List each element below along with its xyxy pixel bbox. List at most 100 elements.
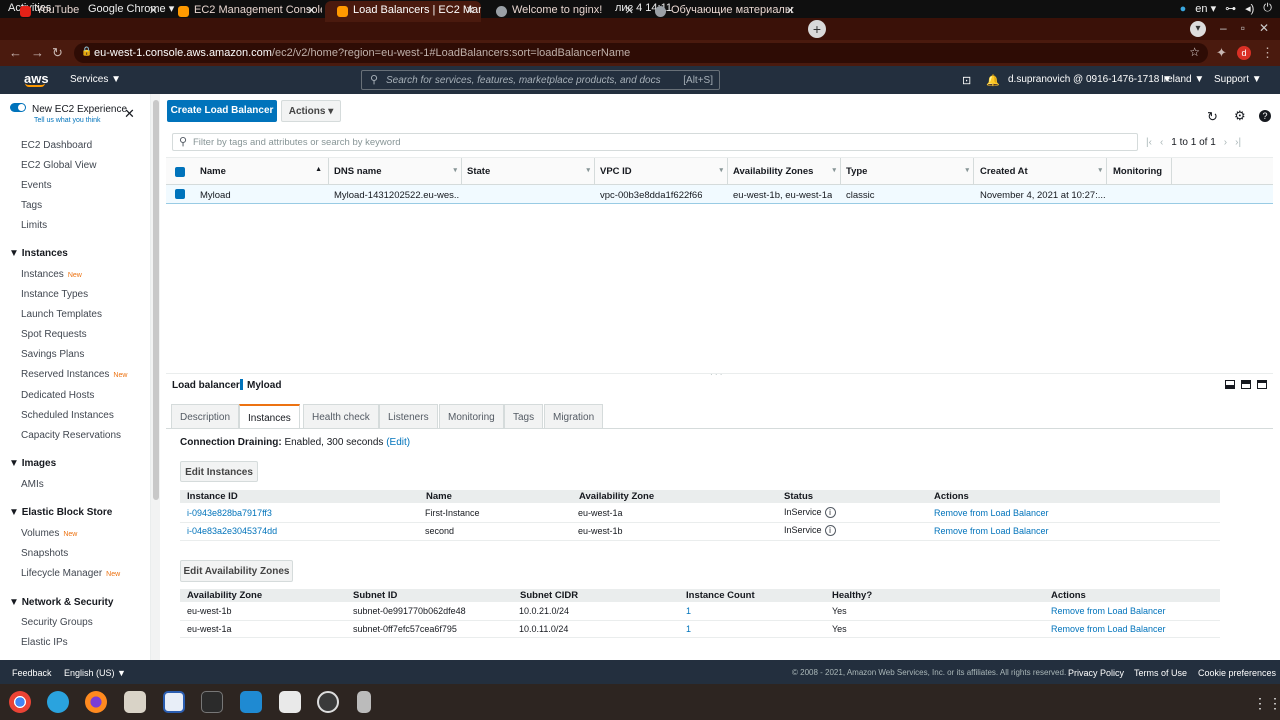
- edit-draining-link[interactable]: (Edit): [386, 437, 410, 448]
- region-menu[interactable]: Ireland ▼: [1161, 74, 1204, 85]
- column-header-state[interactable]: State ▾: [462, 158, 595, 186]
- tab-ec2-console[interactable]: EC2 Management Console ✕: [166, 1, 322, 22]
- profile-avatar[interactable]: d: [1237, 46, 1251, 60]
- sidebar-item-limits[interactable]: Limits: [21, 220, 47, 231]
- software-center-icon[interactable]: [317, 691, 339, 713]
- filter-input[interactable]: ⚲ Filter by tags and attributes or searc…: [172, 133, 1138, 151]
- close-tab-icon[interactable]: ✕: [149, 4, 158, 17]
- telegram-icon[interactable]: [47, 691, 69, 713]
- tab-youtube[interactable]: YouTube ✕: [8, 1, 164, 22]
- sidebar-item-snapshots[interactable]: Snapshots: [21, 548, 68, 559]
- sidebar-item-lifecycle-manager[interactable]: Lifecycle Manager New: [21, 568, 120, 579]
- sidebar-section-instances[interactable]: ▼ Instances: [9, 248, 68, 259]
- column-header-monitoring[interactable]: Monitoring: [1107, 158, 1172, 186]
- tab-description[interactable]: Description: [171, 404, 240, 428]
- next-page-icon[interactable]: ›: [1224, 137, 1227, 148]
- show-apps-icon[interactable]: ⋮⋮⋮: [1253, 695, 1280, 712]
- last-page-icon[interactable]: ›|: [1235, 137, 1241, 148]
- terminal-icon[interactable]: [201, 691, 223, 713]
- tab-instances[interactable]: Instances: [239, 404, 300, 429]
- column-header-type[interactable]: Type ▾: [841, 158, 974, 186]
- close-sidebar-icon[interactable]: ✕: [124, 106, 135, 122]
- tab-monitoring[interactable]: Monitoring: [439, 404, 504, 428]
- tab-health-check[interactable]: Health check: [303, 404, 379, 428]
- remove-from-load-balancer-link[interactable]: Remove from Load Balancer: [934, 526, 1049, 536]
- column-header-availability-zones[interactable]: Availability Zones ▾: [728, 158, 841, 186]
- create-load-balancer-button[interactable]: Create Load Balancer: [167, 100, 277, 122]
- instance-id-link[interactable]: i-04e83a2e3045374dd: [187, 526, 277, 536]
- cloudshell-icon[interactable]: ⊡: [962, 74, 971, 87]
- screenshot-app-icon[interactable]: [279, 691, 301, 713]
- reload-icon[interactable]: ↻: [52, 45, 63, 61]
- close-tab-icon[interactable]: ✕: [625, 4, 634, 17]
- new-tab-button[interactable]: +: [808, 20, 826, 38]
- sidebar-item-volumes[interactable]: Volumes New: [21, 528, 77, 539]
- text-editor-icon[interactable]: [163, 691, 185, 713]
- layout-split-icon[interactable]: [1241, 380, 1251, 389]
- tab-listeners[interactable]: Listeners: [379, 404, 438, 428]
- chrome-icon[interactable]: [9, 691, 31, 713]
- sidebar-item-ec2-global-view[interactable]: EC2 Global View: [21, 160, 96, 171]
- sidebar-item-savings-plans[interactable]: Savings Plans: [21, 349, 84, 360]
- row-checkbox[interactable]: [175, 189, 185, 199]
- remove-from-load-balancer-link[interactable]: Remove from Load Balancer: [1051, 624, 1166, 634]
- notifications-bell-icon[interactable]: 🔔: [986, 74, 1000, 87]
- tab-migration[interactable]: Migration: [544, 404, 604, 428]
- prev-page-icon[interactable]: ‹: [1160, 137, 1163, 148]
- info-icon[interactable]: i: [824, 525, 836, 536]
- help-icon[interactable]: ?: [1259, 110, 1271, 122]
- network-icon[interactable]: ⊶: [1225, 2, 1236, 15]
- system-tray[interactable]: ● en ▾ ⊶ ◂) ⏻: [1180, 2, 1272, 15]
- sidebar-item-launch-templates[interactable]: Launch Templates: [21, 309, 102, 320]
- sidebar-item-elastic-ips[interactable]: Elastic IPs: [21, 637, 68, 648]
- new-experience-toggle[interactable]: [10, 103, 26, 112]
- sidebar-item-instance-types[interactable]: Instance Types: [21, 289, 88, 300]
- minimize-icon[interactable]: –: [1220, 21, 1227, 37]
- sidebar-item-spot-requests[interactable]: Spot Requests: [21, 329, 87, 340]
- privacy-policy-link[interactable]: Privacy Policy: [1068, 668, 1124, 678]
- feedback-link[interactable]: Tell us what you think: [34, 117, 101, 124]
- bookmark-star-icon[interactable]: ☆: [1189, 45, 1200, 59]
- files-icon[interactable]: [124, 691, 146, 713]
- sidebar-item-amis[interactable]: AMIs: [21, 479, 44, 490]
- sidebar-item-events[interactable]: Events: [21, 180, 52, 191]
- telegram-tray-icon[interactable]: ●: [1180, 3, 1187, 15]
- close-tab-icon[interactable]: ✕: [466, 4, 475, 17]
- firefox-icon[interactable]: [85, 691, 107, 713]
- aws-logo[interactable]: aws: [24, 71, 49, 87]
- close-tab-icon[interactable]: ✕: [307, 4, 316, 17]
- feedback-button[interactable]: Feedback: [12, 668, 52, 678]
- settings-gear-icon[interactable]: ⚙: [1234, 108, 1246, 124]
- maximize-icon[interactable]: ▫: [1241, 21, 1245, 37]
- instance-count-link[interactable]: 1: [686, 624, 691, 634]
- back-icon[interactable]: ←: [9, 45, 22, 60]
- edit-availability-zones-button[interactable]: Edit Availability Zones: [180, 560, 293, 582]
- chrome-menu-icon[interactable]: ⋮: [1261, 45, 1274, 61]
- tab-search-icon[interactable]: ▾: [1190, 21, 1206, 37]
- sidebar-item-instances[interactable]: Instances New: [21, 269, 82, 280]
- tab-tags[interactable]: Tags: [504, 404, 544, 428]
- first-page-icon[interactable]: |‹: [1146, 137, 1152, 148]
- column-header-dns-name[interactable]: DNS name ▾: [329, 158, 462, 186]
- account-menu[interactable]: d.supranovich @ 0916-1476-1718 ▼: [1008, 74, 1172, 85]
- sidebar-item-security-groups[interactable]: Security Groups: [21, 617, 93, 628]
- sidebar-item-capacity-reservations[interactable]: Capacity Reservations: [21, 430, 121, 441]
- layout-full-icon[interactable]: [1257, 380, 1267, 389]
- refresh-icon[interactable]: ↻: [1207, 109, 1218, 125]
- language-indicator[interactable]: en ▾: [1195, 2, 1216, 15]
- column-header-vpc-id[interactable]: VPC ID ▾: [595, 158, 728, 186]
- select-all-checkbox[interactable]: [175, 167, 185, 177]
- extensions-icon[interactable]: ✦: [1216, 45, 1227, 61]
- edit-instances-button[interactable]: Edit Instances: [180, 461, 258, 482]
- sidebar-item-scheduled-instances[interactable]: Scheduled Instances: [21, 410, 114, 421]
- actions-dropdown[interactable]: Actions ▾: [281, 100, 341, 122]
- table-row[interactable]: Myload Myload-1431202522.eu-wes... vpc-0…: [166, 185, 1273, 204]
- remove-from-load-balancer-link[interactable]: Remove from Load Balancer: [934, 508, 1049, 518]
- sidebar-item-dedicated-hosts[interactable]: Dedicated Hosts: [21, 390, 94, 401]
- forward-icon[interactable]: →: [31, 45, 44, 60]
- close-window-icon[interactable]: ✕: [1259, 21, 1269, 37]
- sidebar-scrollbar[interactable]: [150, 94, 160, 660]
- layout-bottom-icon[interactable]: [1225, 380, 1235, 389]
- info-icon[interactable]: i: [824, 507, 836, 518]
- services-menu[interactable]: Services ▼: [70, 74, 121, 85]
